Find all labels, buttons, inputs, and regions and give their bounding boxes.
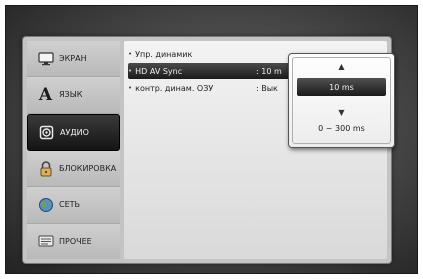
- setting-value: : 10 m: [256, 66, 282, 76]
- setting-label: контр. динам. ОЗУ: [135, 83, 214, 93]
- setting-label: Упр. динамик: [135, 49, 193, 59]
- sidebar-item-label: АУДИО: [60, 127, 89, 137]
- sidebar-item-label: БЛОКИРОВКА: [59, 164, 117, 174]
- bullet-icon: •: [128, 67, 133, 75]
- sidebar-item-label: ЯЗЫК: [59, 90, 83, 100]
- speaker-icon: [38, 124, 55, 140]
- monitor-icon: [37, 51, 54, 67]
- sidebar-item-lock[interactable]: БЛОКИРОВКА: [27, 150, 120, 188]
- sidebar-item-other[interactable]: ПРОЧЕЕ: [27, 223, 120, 259]
- setup-sidebar: ЭКРАН A ЯЗЫК АУДИО БЛОКИРОВКА СЕТЬ ПРОЧЕ…: [27, 41, 120, 259]
- globe-icon: [37, 197, 54, 213]
- arrow-up-icon[interactable]: ▲: [338, 63, 344, 71]
- sidebar-item-label: СЕТЬ: [59, 200, 81, 210]
- lock-icon: [37, 160, 54, 177]
- bullet-icon: •: [128, 50, 133, 58]
- sidebar-item-language[interactable]: A ЯЗЫК: [27, 77, 120, 114]
- sidebar-item-label: ПРОЧЕЕ: [59, 236, 92, 246]
- setting-value: : Вык: [256, 83, 278, 93]
- sync-value-field[interactable]: 10 ms: [297, 78, 386, 96]
- sidebar-item-display[interactable]: ЭКРАН: [27, 41, 120, 78]
- sidebar-item-label: ЭКРАН: [59, 54, 87, 64]
- bullet-icon: •: [128, 84, 133, 92]
- sidebar-item-network[interactable]: СЕТЬ: [27, 187, 120, 224]
- hd-av-sync-popup: ▲ 10 ms ▼ 0 ~ 300 ms: [288, 53, 395, 148]
- settings-box-icon: [37, 233, 54, 249]
- sync-range-label: 0 ~ 300 ms: [318, 124, 365, 133]
- sidebar-item-audio[interactable]: АУДИО: [27, 113, 120, 151]
- arrow-down-icon[interactable]: ▼: [338, 109, 344, 117]
- setting-label: HD AV Sync: [135, 66, 183, 76]
- tv-screen: ЭКРАН A ЯЗЫК АУДИО БЛОКИРОВКА СЕТЬ ПРОЧЕ…: [5, 5, 418, 274]
- letter-a-icon: A: [38, 84, 53, 105]
